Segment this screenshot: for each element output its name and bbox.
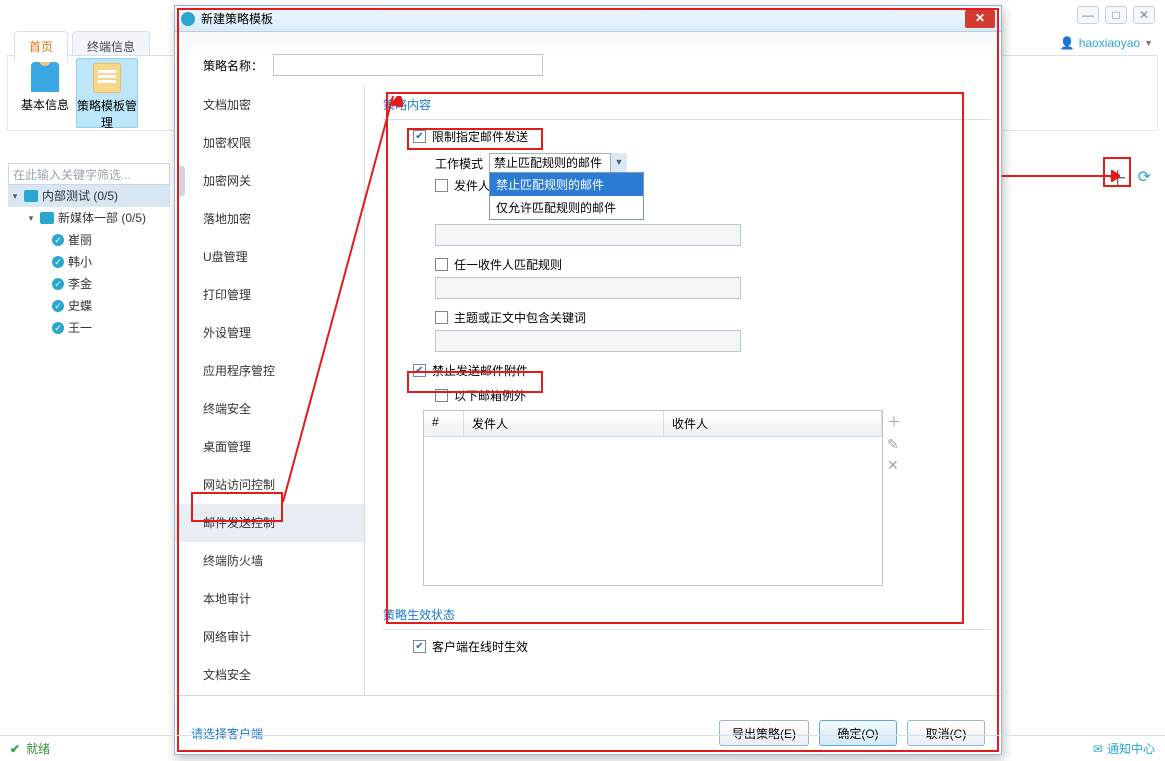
org-tree: ▾ 内部测试 (0/5) ▾ 新媒体一部 (0/5) ✓崔丽 ✓韩小 ✓李金 ✓… bbox=[8, 185, 170, 339]
edit-row-icon[interactable]: ✎ bbox=[887, 436, 901, 453]
group-icon bbox=[40, 212, 54, 224]
sender-label: 发件人 bbox=[454, 177, 490, 194]
online-effect-label: 客户端在线时生效 bbox=[432, 638, 528, 655]
dialog-title: 新建策略模板 bbox=[201, 10, 273, 27]
new-policy-dialog: 新建策略模板 ✕ 策略名称： 文档加密 加密权限 加密网关 落地加密 U盘管理 … bbox=[174, 5, 1002, 755]
person-icon bbox=[31, 62, 59, 92]
user-name: haoxiaoyao bbox=[1079, 36, 1140, 50]
policy-name-input[interactable] bbox=[273, 54, 543, 76]
mode-label: 工作模式 bbox=[435, 155, 483, 172]
tree-member[interactable]: ✓崔丽 bbox=[8, 229, 170, 251]
check-icon: ✓ bbox=[52, 234, 64, 246]
category-list: 文档加密 加密权限 加密网关 落地加密 U盘管理 打印管理 外设管理 应用程序管… bbox=[175, 86, 365, 695]
refresh-icon[interactable]: ⟳ bbox=[1138, 167, 1151, 187]
tree-root[interactable]: ▾ 内部测试 (0/5) bbox=[8, 185, 170, 207]
side-item[interactable]: 加密权限 bbox=[175, 124, 364, 162]
limit-send-label: 限制指定邮件发送 bbox=[432, 128, 528, 145]
ribbon-policy-template[interactable]: 策略模板管理 bbox=[76, 58, 138, 128]
keyword-checkbox[interactable] bbox=[435, 311, 448, 324]
recipient-checkbox[interactable] bbox=[435, 258, 448, 271]
exception-table: # 发件人 收件人 bbox=[423, 410, 883, 586]
side-item[interactable]: 终端防火墙 bbox=[175, 542, 364, 580]
mail-icon: ✉ bbox=[1093, 742, 1103, 756]
side-item[interactable]: 外设管理 bbox=[175, 314, 364, 352]
keyword-input[interactable] bbox=[435, 330, 741, 352]
side-item[interactable]: 打印管理 bbox=[175, 276, 364, 314]
sender-input[interactable] bbox=[435, 224, 741, 246]
block-attachment-checkbox[interactable] bbox=[413, 364, 426, 377]
side-item[interactable]: 落地加密 bbox=[175, 200, 364, 238]
side-item[interactable]: 应用程序管控 bbox=[175, 352, 364, 390]
ribbon-basic-info[interactable]: 基本信息 bbox=[14, 58, 76, 128]
chevron-down-icon: ▼ bbox=[1144, 38, 1153, 48]
minimize-button[interactable]: — bbox=[1077, 6, 1099, 24]
add-row-icon[interactable]: ＋ bbox=[887, 412, 901, 432]
side-item[interactable]: U盘管理 bbox=[175, 238, 364, 276]
side-item[interactable]: 网络审计 bbox=[175, 618, 364, 656]
tab-home[interactable]: 首页 bbox=[14, 31, 68, 62]
tree-member[interactable]: ✓王一 bbox=[8, 317, 170, 339]
combo-option[interactable]: 仅允许匹配规则的邮件 bbox=[490, 196, 643, 219]
policy-name-label: 策略名称： bbox=[203, 57, 263, 74]
tree-member[interactable]: ✓史蝶 bbox=[8, 295, 170, 317]
side-item[interactable]: 本地审计 bbox=[175, 580, 364, 618]
recipient-label: 任一收件人匹配规则 bbox=[454, 256, 562, 273]
th-recipient: 收件人 bbox=[664, 411, 882, 436]
online-effect-checkbox[interactable] bbox=[413, 640, 426, 653]
side-item[interactable]: 终端安全 bbox=[175, 390, 364, 428]
check-icon: ✓ bbox=[52, 278, 64, 290]
annotation-arrow bbox=[1000, 170, 1120, 182]
side-item[interactable]: 网站访问控制 bbox=[175, 466, 364, 504]
clipboard-icon bbox=[93, 63, 121, 93]
dialog-close-button[interactable]: ✕ bbox=[965, 10, 995, 28]
mode-dropdown-list: 禁止匹配规则的邮件 仅允许匹配规则的邮件 bbox=[489, 172, 644, 220]
side-item[interactable]: 文档安全 bbox=[175, 656, 364, 694]
group-policy-content: 策略内容 bbox=[383, 90, 991, 119]
close-button[interactable]: ✕ bbox=[1133, 6, 1155, 24]
except-label: 以下邮箱例外 bbox=[454, 387, 526, 404]
user-menu[interactable]: 👤 haoxiaoyao ▼ bbox=[1060, 36, 1153, 50]
user-icon: 👤 bbox=[1060, 36, 1075, 50]
limit-send-checkbox[interactable] bbox=[413, 130, 426, 143]
chevron-down-icon: ▾ bbox=[10, 186, 20, 206]
sender-checkbox[interactable] bbox=[435, 179, 448, 192]
keyword-label: 主题或正文中包含关键词 bbox=[454, 309, 586, 326]
side-item[interactable]: 加密网关 bbox=[175, 162, 364, 200]
tree-search-input[interactable]: 在此输入关键字筛选... bbox=[8, 163, 170, 185]
group-icon bbox=[24, 190, 38, 202]
check-icon: ✓ bbox=[52, 322, 64, 334]
except-checkbox[interactable] bbox=[435, 389, 448, 402]
scrollbar-thumb[interactable] bbox=[177, 166, 185, 196]
check-icon: ✓ bbox=[52, 300, 64, 312]
tree-member[interactable]: ✓李金 bbox=[8, 273, 170, 295]
notification-center[interactable]: ✉ 通知中心 bbox=[1093, 740, 1155, 757]
group-policy-effect: 策略生效状态 bbox=[383, 600, 991, 629]
combo-option[interactable]: 禁止匹配规则的邮件 bbox=[490, 173, 643, 196]
th-sender: 发件人 bbox=[464, 411, 664, 436]
status-bar: ✔ 就绪 ✉ 通知中心 bbox=[0, 735, 1165, 761]
status-text: 就绪 bbox=[26, 740, 50, 757]
maximize-button[interactable]: □ bbox=[1105, 6, 1127, 24]
recipient-input[interactable] bbox=[435, 277, 741, 299]
side-item[interactable]: 审批流程 bbox=[175, 694, 364, 695]
th-index: # bbox=[424, 411, 464, 436]
tree-member[interactable]: ✓韩小 bbox=[8, 251, 170, 273]
mode-combobox[interactable]: 禁止匹配规则的邮件 ▼ 禁止匹配规则的邮件 仅允许匹配规则的邮件 bbox=[489, 153, 627, 173]
tree-group[interactable]: ▾ 新媒体一部 (0/5) bbox=[8, 207, 170, 229]
check-icon: ✓ bbox=[52, 256, 64, 268]
block-attachment-label: 禁止发送邮件附件 bbox=[432, 362, 528, 379]
side-item-selected[interactable]: 邮件发送控制 bbox=[175, 504, 364, 542]
chevron-down-icon: ▾ bbox=[26, 208, 36, 228]
check-icon: ✔ bbox=[10, 742, 20, 756]
chevron-down-icon[interactable]: ▼ bbox=[610, 153, 627, 173]
side-item[interactable]: 桌面管理 bbox=[175, 428, 364, 466]
delete-row-icon[interactable]: ✕ bbox=[887, 457, 901, 474]
app-icon bbox=[181, 12, 195, 26]
side-item[interactable]: 文档加密 bbox=[175, 86, 364, 124]
